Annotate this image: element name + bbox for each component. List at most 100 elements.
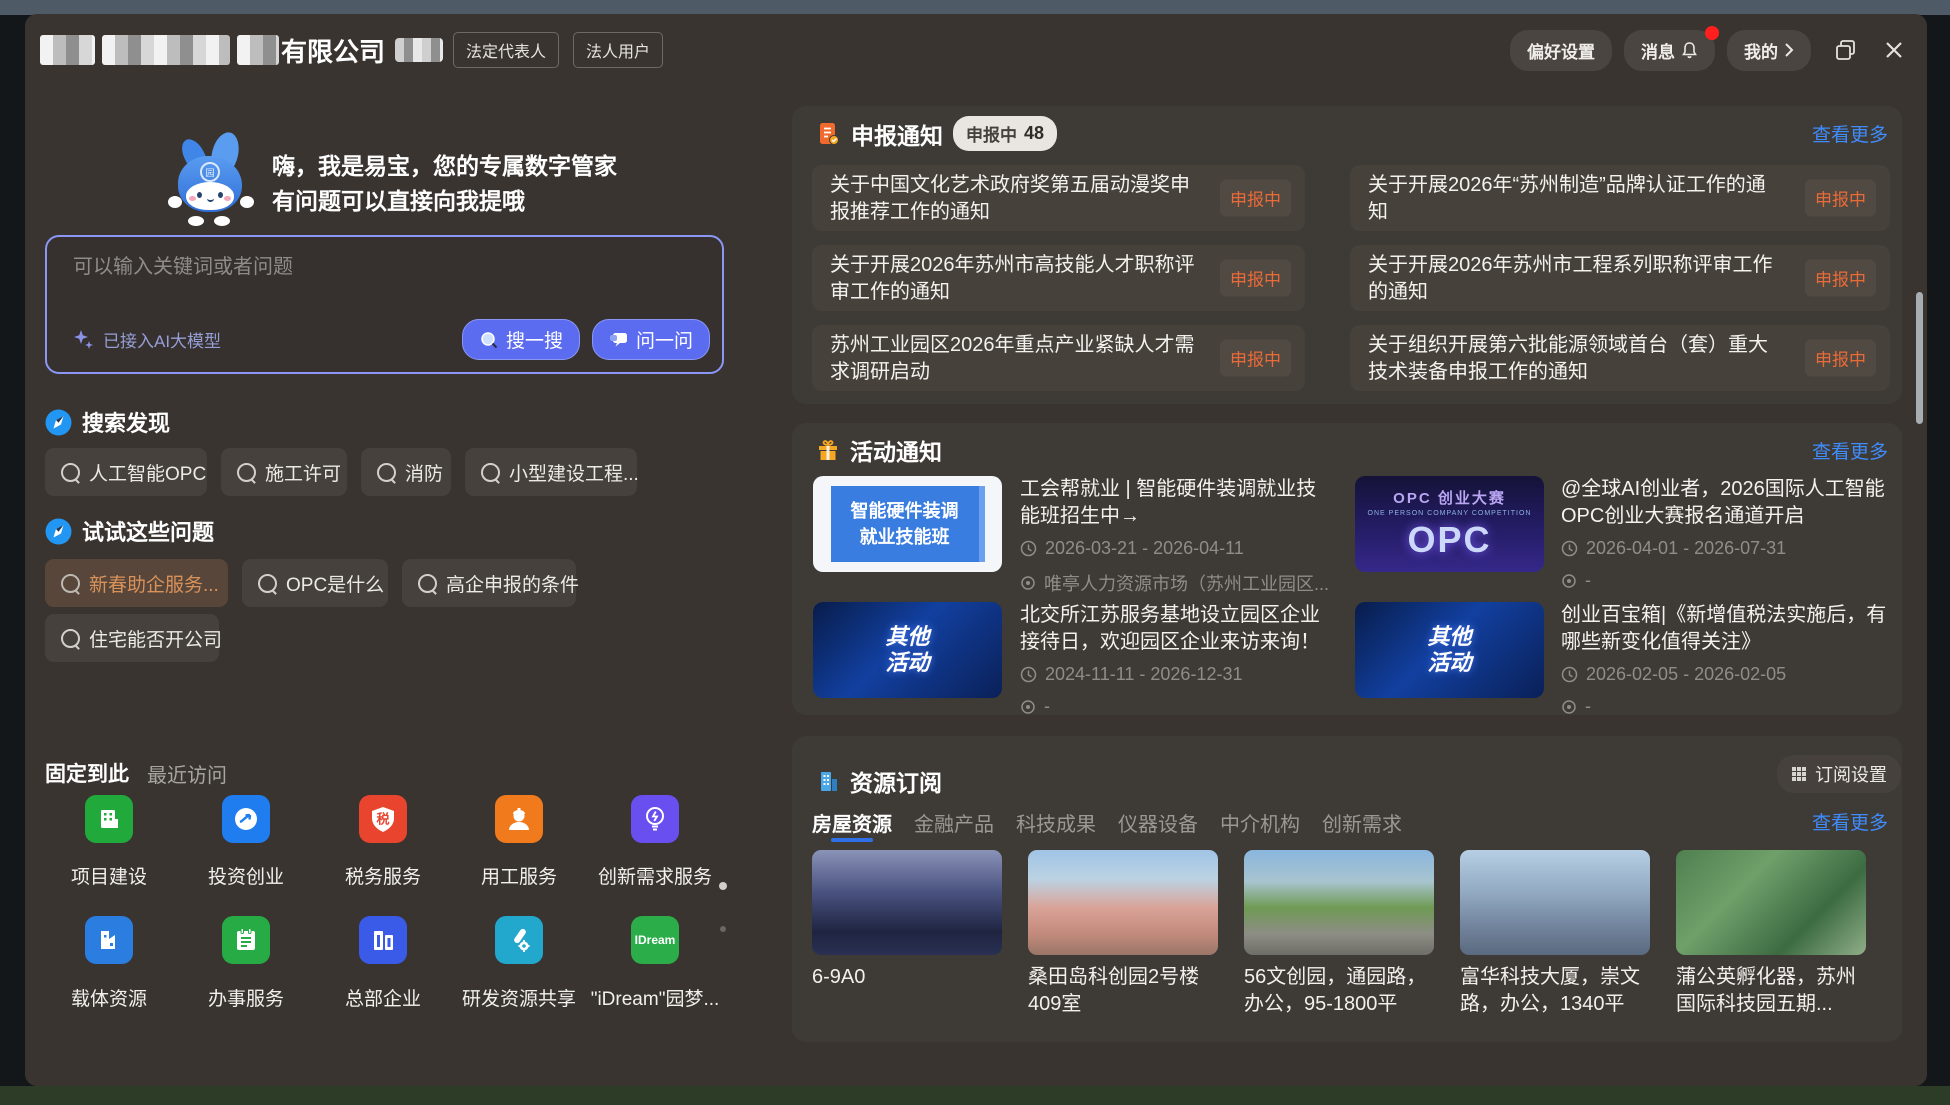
recent-visits-label[interactable]: 最近访问 [147,759,227,788]
activity-title[interactable]: 工会帮就业 | 智能硬件装调就业技能班招生中→ [1020,476,1332,530]
property-caption[interactable]: 蒲公英孵化器，苏州国际科技园五期... [1676,964,1868,1018]
question-chip[interactable]: OPC是什么 [242,559,388,607]
tab-tech-achievements[interactable]: 科技成果 [1016,808,1096,837]
activity-image-skill-class[interactable]: 智能硬件装调 就业技能班 [813,476,1002,572]
discovery-chip[interactable]: 人工智能OPC [45,448,207,496]
search-icon [258,574,277,593]
activity-image-other[interactable]: 其他 活动 [813,602,1002,698]
close-icon [1884,40,1904,60]
notice-card[interactable]: 关于中国文化艺术政府奖第五届动漫奖申报推荐工作的通知 申报中 [812,165,1305,231]
subscription-settings-button[interactable]: 订阅设置 [1777,755,1901,793]
question-chip-active[interactable]: 新春助企服务... [45,559,228,607]
declare-more-link[interactable]: 查看更多 [1812,120,1888,147]
activity-image-other[interactable]: 其他 活动 [1355,602,1544,698]
search-button[interactable]: 搜一搜 [462,319,580,360]
app-label[interactable]: 总部企业 [308,984,458,1011]
discovery-chip[interactable]: 施工许可 [221,448,347,496]
app-project-construction[interactable] [85,795,133,843]
property-caption[interactable]: 桑田岛科创园2号楼409室 [1028,964,1220,1018]
activity-more-link[interactable]: 查看更多 [1812,437,1888,464]
app-tax-service[interactable]: 税 [359,795,407,843]
clock-icon [1020,666,1037,683]
location-icon [1020,575,1036,591]
app-label[interactable]: 办事服务 [171,984,321,1011]
app-label[interactable]: 用工服务 [444,862,594,889]
activity-title[interactable]: 北交所江苏服务基地设立园区企业接待日，欢迎园区企业来访来询！ [1020,602,1332,656]
notice-card[interactable]: 关于开展2026年苏州市工程系列职称评审工作的通知 申报中 [1350,245,1890,311]
activity-date: 2026-02-05 - 2026-02-05 [1561,664,1786,685]
app-rd-resource-sharing[interactable] [495,916,543,964]
restore-icon [1835,39,1857,61]
app-label[interactable]: 研发资源共享 [444,984,594,1011]
tab-intermediaries[interactable]: 中介机构 [1220,808,1300,837]
notice-card[interactable]: 苏州工业园区2026年重点产业紧缺人才需求调研启动 申报中 [812,325,1305,391]
my-account-button[interactable]: 我的 [1727,30,1811,71]
company-name-redacted [102,35,230,65]
app-headquarters[interactable] [359,916,407,964]
question-chip[interactable]: 高企申报的条件 [402,559,576,607]
activity-title[interactable]: @全球AI创业者，2026国际人工智能OPC创业大赛报名通道开启 [1561,476,1891,530]
resource-tabs: 房屋资源 金融产品 科技成果 仪器设备 中介机构 创新需求 [812,808,1402,837]
app-idream[interactable]: IDream [631,916,679,964]
activity-title[interactable]: 创业百宝箱|《新增值税法实施后，有哪些新变化值得关注》 [1561,602,1891,656]
messages-button[interactable]: 消息 [1624,30,1715,71]
property-photo[interactable] [1460,850,1650,955]
app-label[interactable]: 税务服务 [308,862,458,889]
resource-more-link[interactable]: 查看更多 [1812,808,1888,835]
property-photo[interactable] [812,850,1002,955]
discovery-chip[interactable]: 消防 [361,448,451,496]
carousel-dot-active[interactable] [719,882,727,890]
idream-icon: IDream [635,933,676,947]
notice-card[interactable]: 关于开展2026年苏州市高技能人才职称评审工作的通知 申报中 [812,245,1305,311]
tab-instruments[interactable]: 仪器设备 [1118,808,1198,837]
company-name-redacted [40,35,95,65]
notification-dot [1705,26,1719,40]
activity-image-opc-competition[interactable]: OPC 创业大赛 ONE PERSON COMPANY COMPETITION … [1355,476,1544,572]
search-input[interactable] [71,255,675,280]
notice-card[interactable]: 关于开展2026年“苏州制造”品牌认证工作的通知 申报中 [1350,165,1890,231]
company-code-redacted [395,38,443,62]
property-photo[interactable] [1676,850,1866,955]
activity-header: 活动通知 [816,433,942,467]
ai-sparkle-icon [73,329,95,351]
tax-shield-icon: 税 [369,805,397,833]
app-employment-service[interactable] [495,795,543,843]
app-label[interactable]: 项目建设 [34,862,184,889]
app-carrier-resources[interactable] [85,916,133,964]
declaring-count-badge[interactable]: 申报中48 [953,116,1057,151]
rd-share-icon [505,926,533,954]
pin-here-label[interactable]: 固定到此 [45,758,129,788]
question-chip[interactable]: 住宅能否开公司 [45,614,219,662]
close-window-button[interactable] [1881,37,1907,63]
app-affairs-service[interactable] [222,916,270,964]
app-label[interactable]: 投资创业 [171,862,321,889]
notice-card[interactable]: 关于组织开展第六批能源领域首台（套）重大技术装备申报工作的通知 申报中 [1350,325,1890,391]
search-icon [237,463,256,482]
ask-button[interactable]: 问一问 [592,319,710,360]
tab-innovation-demand[interactable]: 创新需求 [1322,808,1402,837]
property-photo[interactable] [1028,850,1218,955]
declaring-tag: 申报中 [1805,340,1876,377]
property-caption[interactable]: 6-9A0 [812,964,1004,991]
carousel-dot[interactable] [720,926,726,932]
clock-icon [1020,540,1037,557]
search-icon [377,463,396,482]
tab-financial-products[interactable]: 金融产品 [914,808,994,837]
property-caption[interactable]: 富华科技大厦，崇文路，办公，1340平 [1460,964,1652,1018]
activity-location: - [1561,570,1591,591]
grid-icon [1791,766,1807,782]
app-innovation-demand[interactable] [631,795,679,843]
app-label[interactable]: "iDream"园梦... [580,984,730,1011]
restore-window-button[interactable] [1833,37,1859,63]
discovery-chip[interactable]: 小型建设工程... [465,448,637,496]
tab-housing-resources[interactable]: 房屋资源 [812,808,892,837]
app-invest-startup[interactable] [222,795,270,843]
app-label[interactable]: 载体资源 [34,984,184,1011]
preferences-button[interactable]: 偏好设置 [1510,30,1612,71]
property-photo[interactable] [1244,850,1434,955]
property-caption[interactable]: 56文创园，通园路，办公，95-1800平 [1244,964,1436,1018]
ai-model-note: 已接入AI大模型 [103,327,221,352]
scrollbar-thumb[interactable] [1916,292,1923,424]
clock-icon [1561,540,1578,557]
app-label[interactable]: 创新需求服务 [580,862,730,889]
